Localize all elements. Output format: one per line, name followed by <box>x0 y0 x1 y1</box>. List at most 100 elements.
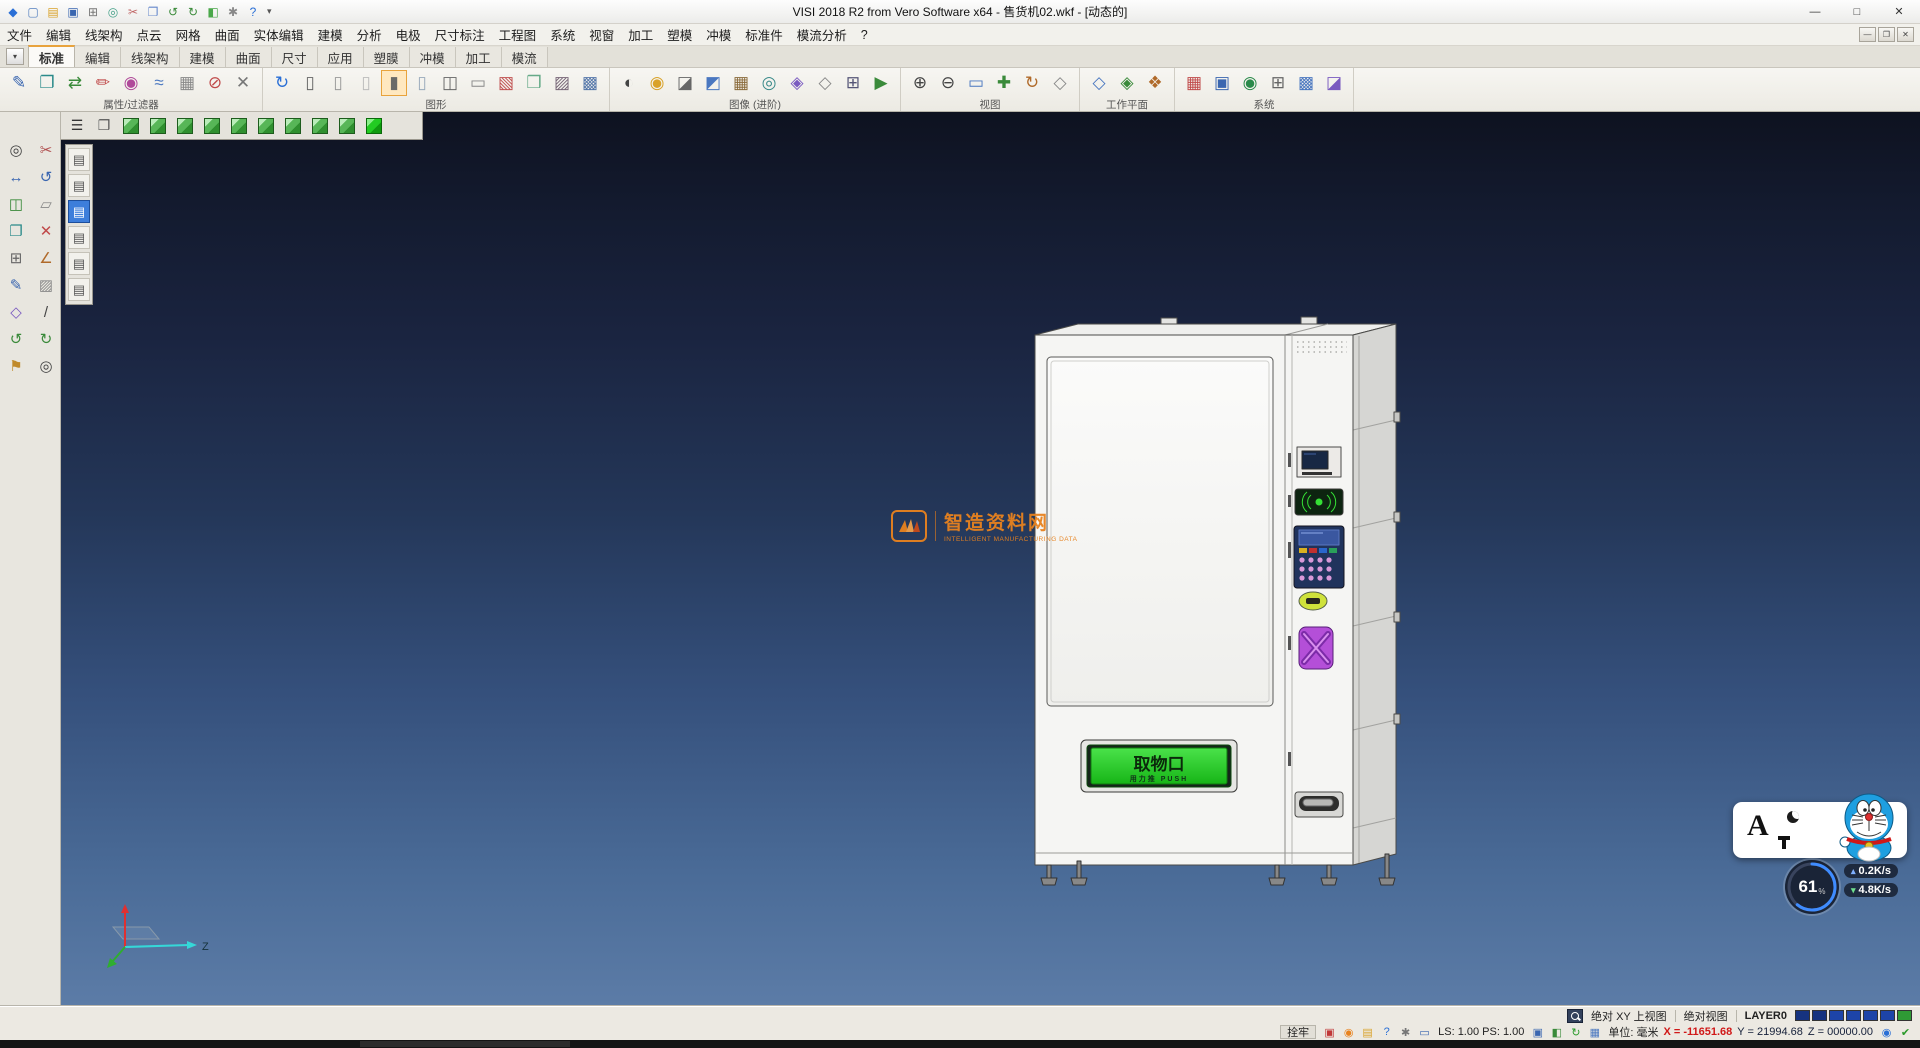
check-icon[interactable]: ✔ <box>1897 1025 1914 1039</box>
erase-icon[interactable]: ▨ <box>33 273 59 297</box>
menu-item[interactable]: 模流分析 <box>790 24 854 45</box>
animation-icon[interactable]: ▶ <box>868 70 894 96</box>
menu-item[interactable]: 线架构 <box>78 24 130 45</box>
cube-icon[interactable]: ◧ <box>1548 1025 1565 1039</box>
sketch-icon[interactable]: ✎ <box>3 273 29 297</box>
dynamic-view-icon[interactable] <box>335 115 359 137</box>
section-view-icon[interactable]: ◫ <box>437 70 463 96</box>
mirror-icon[interactable]: ◫ <box>3 192 29 216</box>
hidden-line-cylinder-icon[interactable]: ▯ <box>325 70 351 96</box>
box-wire-icon[interactable]: ▭ <box>465 70 491 96</box>
open-folder-icon[interactable]: ▤ <box>44 3 62 21</box>
zoom-in-icon[interactable]: ⊕ <box>907 70 933 96</box>
layer-color-swatch[interactable] <box>1795 1010 1810 1021</box>
workplane-3d-icon[interactable]: ❖ <box>1142 70 1168 96</box>
copy-attributes-icon[interactable]: ❐ <box>34 70 60 96</box>
lock-icon[interactable]: ▣ <box>1321 1025 1338 1039</box>
view-menu-icon[interactable]: ☰ <box>65 115 89 137</box>
curve-filter-icon[interactable]: ▤ <box>68 200 90 223</box>
app-logo-icon[interactable]: ◆ <box>4 3 22 21</box>
move-icon[interactable]: ↔ <box>3 165 29 189</box>
point-filter-icon[interactable]: ▤ <box>68 174 90 197</box>
edit-attributes-icon[interactable]: ✎ <box>6 70 32 96</box>
wireframe-cylinder-icon[interactable]: ▯ <box>297 70 323 96</box>
menu-item[interactable]: 标准件 <box>738 24 790 45</box>
print-icon[interactable]: ⊞ <box>84 3 102 21</box>
filter-clear-icon[interactable]: ✕ <box>230 70 256 96</box>
rotate-view-icon[interactable]: ↻ <box>1019 70 1045 96</box>
ribbon-tab[interactable]: 曲面 <box>226 47 272 67</box>
maximize-button[interactable]: □ <box>1836 0 1878 23</box>
dashed-cylinder-icon[interactable]: ▯ <box>353 70 379 96</box>
left-view-icon[interactable] <box>200 115 224 137</box>
reflection-icon[interactable]: ◈ <box>784 70 810 96</box>
workplane-align-icon[interactable]: ◈ <box>1114 70 1140 96</box>
single-viewport-icon[interactable]: ❐ <box>92 115 116 137</box>
offset-icon[interactable]: ▱ <box>33 192 59 216</box>
fit-view-icon[interactable]: ◎ <box>33 354 59 378</box>
help-icon[interactable]: ? <box>244 3 262 21</box>
axonometric-view-icon[interactable] <box>308 115 332 137</box>
disk-icon[interactable]: ▣ <box>1529 1025 1546 1039</box>
color-table-icon[interactable]: ▦ <box>1181 70 1207 96</box>
grid-settings-icon[interactable]: ▩ <box>1293 70 1319 96</box>
material-box-icon[interactable]: ▩ <box>577 70 603 96</box>
workplane-create-icon[interactable]: ◇ <box>1086 70 1112 96</box>
shadow-icon[interactable]: ◪ <box>672 70 698 96</box>
menu-item[interactable]: 冲模 <box>699 24 738 45</box>
settings-icon[interactable]: ✱ <box>224 3 242 21</box>
monitor-icon[interactable]: ▭ <box>1416 1025 1433 1039</box>
surface-filter-icon[interactable]: ▤ <box>68 226 90 249</box>
ribbon-tab[interactable]: 编辑 <box>75 47 121 67</box>
copy-icon[interactable]: ❐ <box>144 3 162 21</box>
flame-icon[interactable]: ◉ <box>1340 1025 1357 1039</box>
view-mode-label[interactable]: 绝对视图 <box>1684 1008 1728 1024</box>
usage-percent-circle[interactable]: 61 % <box>1785 860 1839 914</box>
filter-off-icon[interactable]: ⊘ <box>202 70 228 96</box>
settings-icon[interactable]: ✱ <box>1397 1025 1414 1039</box>
line-icon[interactable]: / <box>33 300 59 324</box>
trim-icon[interactable]: ✂ <box>33 138 59 162</box>
select-all-filter-icon[interactable]: ▤ <box>68 148 90 171</box>
mesh-filter-icon[interactable]: ▤ <box>68 278 90 301</box>
menu-item[interactable]: 工程图 <box>492 24 544 45</box>
system-monitor-icon[interactable]: ▣ <box>1209 70 1235 96</box>
mdi-restore-button[interactable]: ❐ <box>1878 27 1895 42</box>
transparency-icon[interactable]: ◇ <box>812 70 838 96</box>
layer-color-swatch[interactable] <box>1829 1010 1844 1021</box>
ribbon-tab[interactable]: 冲模 <box>410 47 456 67</box>
active-layer-label[interactable]: LAYER0 <box>1745 1010 1787 1022</box>
red-box-icon[interactable]: ▧ <box>493 70 519 96</box>
minimize-button[interactable]: — <box>1794 0 1836 23</box>
lights-icon[interactable]: ◉ <box>644 70 670 96</box>
ribbon-tab[interactable]: 模流 <box>502 47 548 67</box>
perspective-icon[interactable]: ◪ <box>1321 70 1347 96</box>
undo-icon[interactable]: ↺ <box>3 327 29 351</box>
bottom-view-icon[interactable] <box>281 115 305 137</box>
view-cube-icon[interactable]: ◧ <box>204 3 222 21</box>
close-button[interactable]: ✕ <box>1878 0 1920 23</box>
paint-attributes-icon[interactable]: ✏ <box>90 70 116 96</box>
solid-filter-icon[interactable]: ▤ <box>68 252 90 275</box>
right-view-icon[interactable] <box>227 115 251 137</box>
transparent-cylinder-icon[interactable]: ▯ <box>409 70 435 96</box>
advanced-render-icon[interactable]: ◐ <box>616 70 642 96</box>
globe-icon[interactable]: ◉ <box>1237 70 1263 96</box>
front-view-icon[interactable] <box>146 115 170 137</box>
filter-target-icon[interactable]: ◉ <box>118 70 144 96</box>
iso-view-icon[interactable] <box>119 115 143 137</box>
menu-item[interactable]: 尺寸标注 <box>428 24 492 45</box>
menu-item[interactable]: 塑模 <box>660 24 699 45</box>
redo-icon[interactable]: ↻ <box>184 3 202 21</box>
pan-view-icon[interactable]: ✚ <box>991 70 1017 96</box>
menu-item[interactable]: 点云 <box>130 24 169 45</box>
menu-item[interactable]: 网格 <box>169 24 208 45</box>
double-box-icon[interactable]: ❒ <box>521 70 547 96</box>
quick-access-more-icon[interactable]: ▾ <box>262 6 277 17</box>
swap-attributes-icon[interactable]: ⇄ <box>62 70 88 96</box>
tabbar-dropdown-icon[interactable]: ▾ <box>6 48 24 65</box>
regen-view-icon[interactable]: ↻ <box>269 70 295 96</box>
menu-item[interactable]: 电极 <box>389 24 428 45</box>
layer-color-swatch[interactable] <box>1812 1010 1827 1021</box>
undo-icon[interactable]: ↺ <box>164 3 182 21</box>
